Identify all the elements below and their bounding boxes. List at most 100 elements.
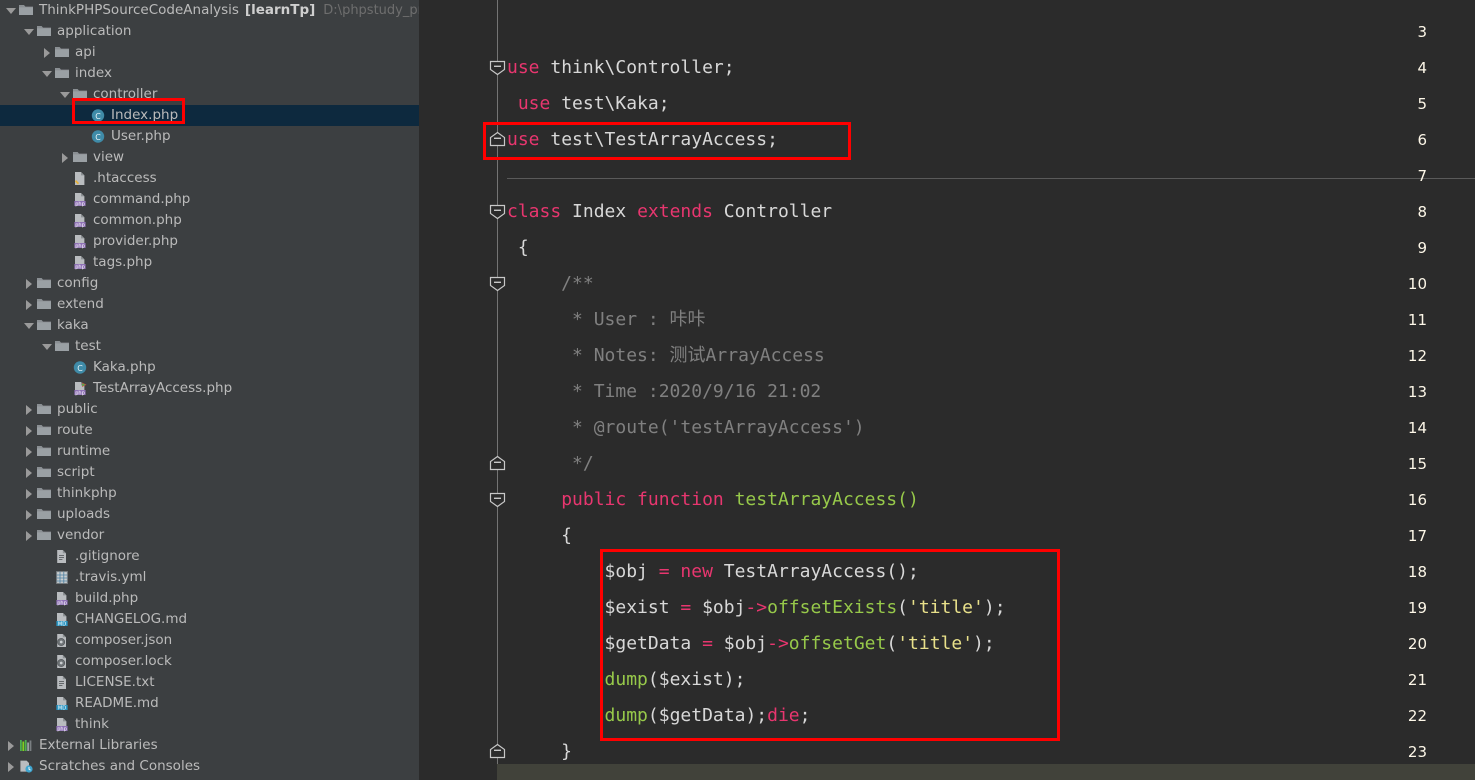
sidebar-item-htaccess[interactable]: .htaccess — [0, 168, 419, 189]
chevron-down-icon[interactable] — [22, 315, 36, 336]
sidebar-item-view[interactable]: view — [0, 147, 419, 168]
fold-collapse-down-icon[interactable] — [488, 266, 507, 302]
folder-icon — [36, 315, 53, 336]
code-line[interactable]: use test\TestArrayAccess; — [507, 122, 778, 158]
code-token: ); — [973, 633, 995, 654]
sidebar-item-think[interactable]: php think — [0, 714, 419, 735]
chevron-right-icon[interactable] — [22, 294, 36, 315]
chevron-right-icon[interactable] — [22, 273, 36, 294]
code-line[interactable]: class Index extends Controller — [507, 194, 832, 230]
code-line[interactable]: dump($getData);die; — [507, 698, 811, 734]
project-tool-window[interactable]: ThinkPHPSourceCodeAnalysis [learnTp] D:\… — [0, 0, 419, 780]
code-line[interactable]: $exist = $obj->offsetExists('title'); — [507, 590, 1006, 626]
chevron-right-icon[interactable] — [4, 735, 18, 756]
sidebar-item-runtime[interactable]: runtime — [0, 441, 419, 462]
sidebar-item-uploads[interactable]: uploads — [0, 504, 419, 525]
sidebar-item-index-php[interactable]: C Index.php — [0, 105, 419, 126]
code-line[interactable]: * Time :2020/9/16 21:02 — [507, 374, 821, 410]
sidebar-item-common-php[interactable]: php common.php — [0, 210, 419, 231]
chevron-down-icon[interactable] — [40, 336, 54, 357]
chevron-right-icon[interactable] — [4, 756, 18, 777]
code-line[interactable]: { — [507, 230, 529, 266]
svg-text:php: php — [75, 201, 85, 207]
sidebar-item-application[interactable]: application — [0, 21, 419, 42]
sidebar-item-gitignore[interactable]: .gitignore — [0, 546, 419, 567]
chevron-right-icon[interactable] — [58, 147, 72, 168]
sidebar-item-provider-php[interactable]: php provider.php — [0, 231, 419, 252]
fold-collapse-up-icon[interactable] — [488, 122, 507, 158]
sidebar-item-changelog-md[interactable]: MD CHANGELOG.md — [0, 609, 419, 630]
tree-row-project-root[interactable]: ThinkPHPSourceCodeAnalysis [learnTp] D:\… — [0, 0, 419, 21]
code-line[interactable]: } — [507, 734, 572, 770]
code-line[interactable]: $obj = new TestArrayAccess(); — [507, 554, 919, 590]
code-line[interactable]: * @route('testArrayAccess') — [507, 410, 865, 446]
sidebar-item-label: thinkphp — [57, 485, 117, 501]
chevron-right-icon[interactable] — [22, 525, 36, 546]
sidebar-item-config[interactable]: config — [0, 273, 419, 294]
sidebar-item-vendor[interactable]: vendor — [0, 525, 419, 546]
editor-gutter[interactable] — [419, 0, 497, 780]
sidebar-item-external-libraries[interactable]: External Libraries — [0, 735, 419, 756]
sidebar-item-tags-php[interactable]: php tags.php — [0, 252, 419, 273]
sidebar-item-license-txt[interactable]: LICENSE.txt — [0, 672, 419, 693]
chevron-right-icon[interactable] — [22, 420, 36, 441]
code-line[interactable]: * User : 咔咔 — [507, 302, 706, 338]
code-line[interactable]: * Notes: 测试ArrayAccess — [507, 338, 825, 374]
sidebar-item-travis-yml[interactable]: .travis.yml — [0, 567, 419, 588]
chevron-down-icon[interactable] — [22, 21, 36, 42]
sidebar-item-controller[interactable]: controller — [0, 84, 419, 105]
sidebar-item-index[interactable]: index — [0, 63, 419, 84]
sidebar-item-label: .htaccess — [93, 170, 157, 186]
code-line[interactable]: public function testArrayAccess() — [507, 482, 919, 518]
folder-icon — [54, 336, 71, 357]
fold-collapse-down-icon[interactable] — [488, 50, 507, 86]
code-line[interactable]: */ — [507, 446, 594, 482]
chevron-down-icon[interactable] — [4, 0, 18, 21]
sidebar-item-api[interactable]: api — [0, 42, 419, 63]
project-tree[interactable]: application api index controller C Index.php C… — [0, 21, 419, 777]
fold-collapse-down-icon[interactable] — [488, 482, 507, 518]
sidebar-item-composer-json[interactable]: composer.json — [0, 630, 419, 651]
chevron-right-icon[interactable] — [22, 504, 36, 525]
code-line[interactable]: { — [507, 518, 572, 554]
sidebar-item-test[interactable]: test — [0, 336, 419, 357]
chevron-down-icon[interactable] — [58, 84, 72, 105]
code-line[interactable]: use test\Kaka; — [507, 86, 670, 122]
code-line[interactable]: /** — [507, 266, 594, 302]
chevron-right-icon[interactable] — [40, 42, 54, 63]
chevron-down-icon[interactable] — [40, 63, 54, 84]
fold-collapse-up-icon[interactable] — [488, 446, 507, 482]
fold-collapse-down-icon[interactable] — [488, 194, 507, 230]
sidebar-item-thinkphp[interactable]: thinkphp — [0, 483, 419, 504]
sidebar-item-composer-lock[interactable]: composer.lock — [0, 651, 419, 672]
sidebar-item-kaka-php[interactable]: C Kaka.php — [0, 357, 419, 378]
sidebar-item-readme-md[interactable]: MD README.md — [0, 693, 419, 714]
sidebar-item-script[interactable]: script — [0, 462, 419, 483]
libraries-icon — [18, 735, 35, 756]
chevron-right-icon[interactable] — [22, 462, 36, 483]
sidebar-item-scratches-and-consoles[interactable]: Scratches and Consoles — [0, 756, 419, 777]
sidebar-item-user-php[interactable]: C User.php — [0, 126, 419, 147]
line-number: 22 — [1407, 707, 1427, 725]
sidebar-item-public[interactable]: public — [0, 399, 419, 420]
sidebar-item-extend[interactable]: extend — [0, 294, 419, 315]
code-line[interactable]: $getData = $obj->offsetGet('title'); — [507, 626, 995, 662]
sidebar-item-label: LICENSE.txt — [75, 674, 155, 690]
sidebar-item-testarrayaccess-php[interactable]: php TestArrayAccess.php — [0, 378, 419, 399]
sidebar-item-command-php[interactable]: php command.php — [0, 189, 419, 210]
code-line[interactable]: use think\Controller; — [507, 50, 735, 86]
chevron-right-icon[interactable] — [22, 441, 36, 462]
code-token: $exist — [507, 597, 681, 618]
sidebar-item-build-php[interactable]: php build.php — [0, 588, 419, 609]
code-editor[interactable]: 3 4 use think\Controller; 5 use test\Kaka; 6… — [419, 0, 1475, 780]
chevron-right-icon[interactable] — [22, 483, 36, 504]
code-line[interactable]: dump($exist); — [507, 662, 746, 698]
sidebar-item-label: build.php — [75, 590, 139, 606]
sidebar-item-kaka[interactable]: kaka — [0, 315, 419, 336]
sidebar-item-route[interactable]: route — [0, 420, 419, 441]
fold-collapse-up-icon[interactable] — [488, 734, 507, 770]
chevron-right-icon[interactable] — [22, 399, 36, 420]
